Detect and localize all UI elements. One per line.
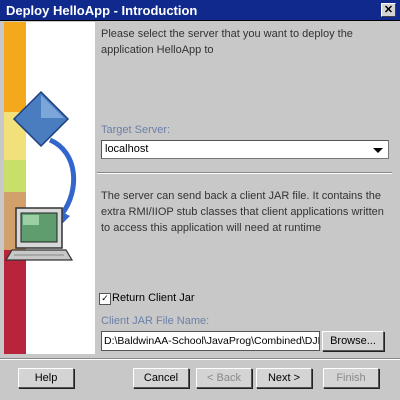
help-button[interactable]: Help [18, 368, 74, 388]
return-client-jar-checkbox[interactable]: ✓ [99, 293, 111, 305]
return-client-jar-label[interactable]: Return Client Jar [112, 292, 195, 304]
chevron-down-icon[interactable] [373, 148, 383, 153]
next-button[interactable]: Next > [256, 368, 312, 388]
button-bar-divider [0, 358, 400, 360]
target-server-value: localhost [105, 143, 149, 155]
cancel-button[interactable]: Cancel [133, 368, 189, 388]
target-server-select[interactable]: localhost [101, 140, 389, 159]
divider [97, 172, 392, 174]
deploy-illustration [4, 90, 77, 261]
target-server-label: Target Server: [101, 124, 171, 136]
client-jar-file-value: D:\BaldwinAA-School\JavaProg\Combined\DJ… [104, 335, 320, 347]
intro-text: Please select the server that you want t… [101, 28, 353, 56]
window-title: Deploy HelloApp - Introduction [6, 3, 198, 18]
diamond-icon [12, 90, 70, 148]
computer-monitor-icon [4, 207, 74, 261]
client-jar-file-input[interactable]: D:\BaldwinAA-School\JavaProg\Combined\DJ… [101, 331, 320, 351]
close-icon[interactable]: ✕ [381, 3, 396, 17]
client-jar-info-text: The server can send back a client JAR fi… [101, 190, 384, 234]
wizard-side-graphic [4, 22, 95, 354]
browse-button[interactable]: Browse... [322, 331, 384, 351]
client-jar-file-label: Client JAR File Name: [101, 315, 210, 327]
finish-button[interactable]: Finish [323, 368, 379, 388]
deploy-wizard-window: Deploy HelloApp - Introduction ✕ Please … [0, 0, 400, 400]
back-button[interactable]: < Back [196, 368, 252, 388]
title-bar[interactable]: Deploy HelloApp - Introduction ✕ [0, 0, 400, 21]
